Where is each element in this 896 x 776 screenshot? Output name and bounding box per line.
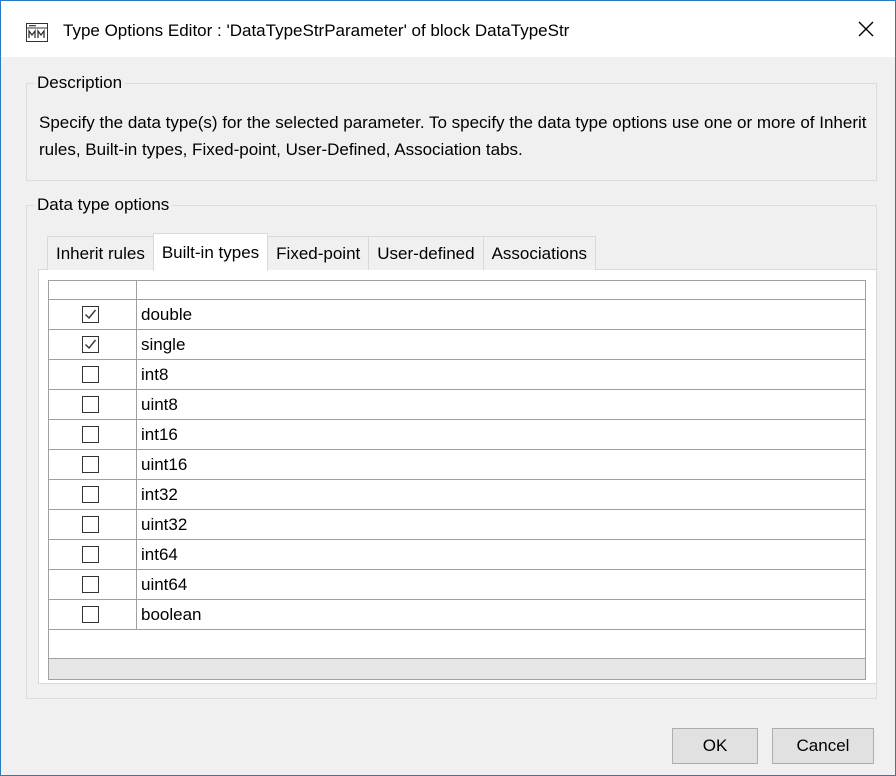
int64-checkbox[interactable] [82,546,99,563]
type-name: uint32 [141,514,188,534]
tab-associations[interactable]: Associations [482,236,597,270]
type-name: boolean [141,604,202,624]
data-type-options-legend: Data type options [37,195,170,214]
tab-label: Inherit rules [56,243,145,263]
ok-button[interactable]: OK [672,728,758,764]
table-header-row [49,281,865,300]
type-row-int16[interactable]: int16 [49,420,865,450]
header-check-cell [49,281,137,299]
check-cell [49,330,137,359]
built-in-types-table: double single int8 uint8 int16 uint16 int32 uin… [48,280,866,680]
double-checkbox[interactable] [82,306,99,323]
tab-label: Associations [491,243,588,263]
checkmark-icon [85,309,97,320]
uint64-checkbox[interactable] [82,576,99,593]
check-cell [49,360,137,389]
type-row-uint16[interactable]: uint16 [49,450,865,480]
close-button[interactable] [841,11,891,51]
check-cell [49,300,137,329]
description-text: Specify the data type(s) for the selecte… [39,113,867,159]
check-cell [49,390,137,419]
type-name: uint64 [141,574,188,594]
type-row-int8[interactable]: int8 [49,360,865,390]
check-cell [49,420,137,449]
type-name: single [141,334,186,354]
check-cell [49,480,137,509]
uint16-checkbox[interactable] [82,456,99,473]
type-row-int64[interactable]: int64 [49,540,865,570]
type-name: uint16 [141,454,188,474]
type-row-single[interactable]: single [49,330,865,360]
checkmark-icon [85,339,97,350]
close-icon [857,20,875,43]
single-checkbox[interactable] [82,336,99,353]
tab-inherit-rules[interactable]: Inherit rules [47,236,154,270]
int16-checkbox[interactable] [82,426,99,443]
tab-label: User-defined [377,243,475,263]
int8-checkbox[interactable] [82,366,99,383]
type-row-double[interactable]: double [49,300,865,330]
type-row-int32[interactable]: int32 [49,480,865,510]
table-footer [49,658,865,679]
type-name: uint8 [141,394,178,414]
type-row-boolean[interactable]: boolean [49,600,865,630]
description-legend: Description [37,73,123,92]
int32-checkbox[interactable] [82,486,99,503]
check-cell [49,540,137,569]
type-options-editor-dialog: Type Options Editor : 'DataTypeStrParame… [0,0,896,776]
check-cell [49,450,137,479]
data-type-tabs: Inherit rules Built-in types Fixed-point… [47,233,597,271]
type-row-uint32[interactable]: uint32 [49,510,865,540]
tab-label: Built-in types [161,242,260,262]
type-name: int16 [141,424,178,444]
tab-fixed-point[interactable]: Fixed-point [267,236,370,270]
title-bar[interactable]: Type Options Editor : 'DataTypeStrParame… [1,1,895,57]
boolean-checkbox[interactable] [82,606,99,623]
uint8-checkbox[interactable] [82,396,99,413]
tab-user-defined[interactable]: User-defined [368,236,484,270]
tab-built-in-types[interactable]: Built-in types [152,233,269,271]
cancel-button[interactable]: Cancel [772,728,874,764]
type-name: int8 [141,364,169,384]
type-name: double [141,304,193,324]
uint32-checkbox[interactable] [82,516,99,533]
type-name: int64 [141,544,178,564]
type-row-uint8[interactable]: uint8 [49,390,865,420]
type-row-uint64[interactable]: uint64 [49,570,865,600]
type-name: int32 [141,484,178,504]
check-cell [49,510,137,539]
window-title: Type Options Editor : 'DataTypeStrParame… [63,21,570,40]
check-cell [49,570,137,599]
tab-label: Fixed-point [276,243,361,263]
simulink-model-icon [26,23,48,42]
check-cell [49,600,137,629]
